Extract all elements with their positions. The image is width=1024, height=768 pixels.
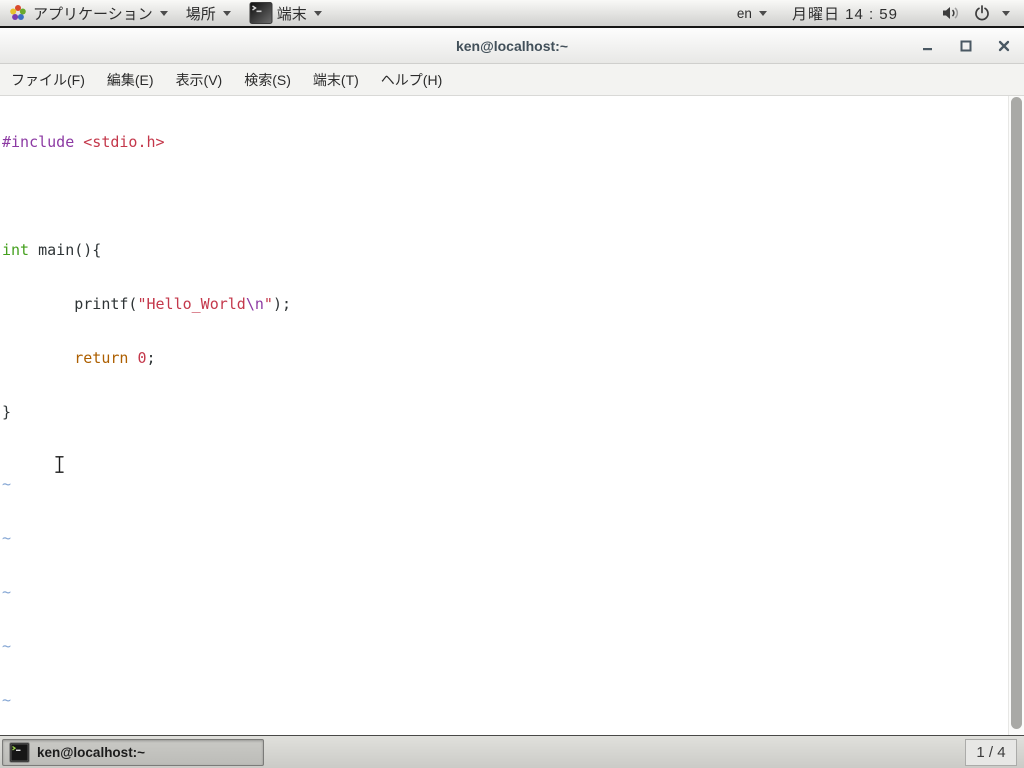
terminal-menubar: ファイル(F) 編集(E) 表示(V) 検索(S) 端末(T) ヘルプ(H)	[0, 64, 1024, 96]
code-token: printf(	[2, 295, 138, 313]
code-token: #include	[2, 133, 84, 151]
applications-menu-label: アプリケーション	[33, 5, 153, 23]
window-controls	[916, 28, 1016, 63]
code-line: }	[2, 403, 1024, 421]
vim-empty-line: ~	[2, 637, 12, 655]
desktop: アプリケーション 場所 端末 en 月曜日 14: 59 ken@localh…	[0, 0, 1024, 768]
menu-item-edit[interactable]: 編集(E)	[96, 70, 165, 90]
language-indicator-label: en	[736, 5, 752, 21]
vim-empty-line: ~	[2, 529, 12, 547]
code-token: );	[272, 295, 291, 313]
code-token: int	[2, 241, 30, 259]
close-button[interactable]	[992, 34, 1016, 58]
code-token: \n	[245, 295, 264, 313]
applications-menu[interactable]: アプリケーション	[0, 0, 177, 26]
applications-icon	[9, 4, 27, 22]
menu-item-file[interactable]: ファイル(F)	[0, 70, 96, 90]
taskbar-window-label: ken@localhost:~	[37, 745, 146, 760]
panel-left-menus: アプリケーション 場所 端末	[0, 0, 331, 26]
active-app-menu[interactable]: 端末	[240, 0, 331, 26]
code-line: printf("Hello_World\n");	[2, 295, 1024, 313]
terminal-icon	[9, 742, 30, 763]
code-line: #include <stdio.h>	[2, 133, 1024, 151]
workspace-switcher[interactable]: 1 / 4	[965, 739, 1017, 766]
scrollbar[interactable]	[1008, 96, 1024, 735]
volume-icon[interactable]	[942, 5, 960, 21]
places-menu[interactable]: 場所	[177, 0, 240, 26]
maximize-button[interactable]	[954, 34, 978, 58]
code-token: return	[74, 349, 129, 367]
code-token: 0	[137, 349, 147, 367]
top-panel: アプリケーション 場所 端末 en 月曜日 14: 59	[0, 0, 1024, 28]
active-app-menu-label: 端末	[276, 5, 307, 23]
terminal-icon	[249, 1, 273, 25]
code-token: <stdio.h>	[83, 133, 165, 151]
code-token: "Hello_World	[137, 295, 246, 313]
code-token: ;	[146, 349, 156, 367]
language-indicator[interactable]: en	[728, 0, 776, 26]
panel-right-tray: en 月曜日 14 : 59	[728, 0, 1024, 26]
terminal-screen[interactable]: #include <stdio.h> int main(){ printf("H…	[0, 96, 1024, 735]
window-titlebar[interactable]: ken@localhost:~	[0, 28, 1024, 64]
places-menu-label: 場所	[185, 5, 216, 23]
code-line: return 0;	[2, 349, 1024, 367]
scrollbar-thumb[interactable]	[1011, 97, 1022, 729]
window-title: ken@localhost:~	[455, 37, 569, 54]
menu-item-search[interactable]: 検索(S)	[233, 70, 302, 90]
vim-empty-line: ~	[2, 475, 12, 493]
chevron-down-icon[interactable]	[1002, 10, 1010, 16]
vim-empty-line: ~	[2, 691, 12, 709]
code-token: "	[263, 295, 273, 313]
chevron-down-icon	[222, 10, 231, 16]
chevron-down-icon	[159, 10, 168, 16]
taskbar-window-button[interactable]: ken@localhost:~	[2, 739, 264, 766]
code-line: int main(){	[2, 241, 1024, 259]
code-token: main(){	[29, 241, 102, 259]
chevron-down-icon	[313, 10, 322, 16]
minimize-button[interactable]	[916, 34, 940, 58]
power-icon[interactable]	[974, 5, 990, 21]
code-token: }	[2, 403, 12, 421]
chevron-down-icon	[758, 10, 767, 16]
menu-item-view[interactable]: 表示(V)	[165, 70, 234, 90]
vim-empty-line: ~	[2, 583, 12, 601]
menu-item-terminal[interactable]: 端末(T)	[302, 70, 370, 90]
menu-item-help[interactable]: ヘルプ(H)	[370, 70, 453, 90]
taskbar: ken@localhost:~ 1 / 4	[0, 735, 1024, 768]
clock[interactable]: 月曜日 14 : 59	[792, 3, 898, 24]
